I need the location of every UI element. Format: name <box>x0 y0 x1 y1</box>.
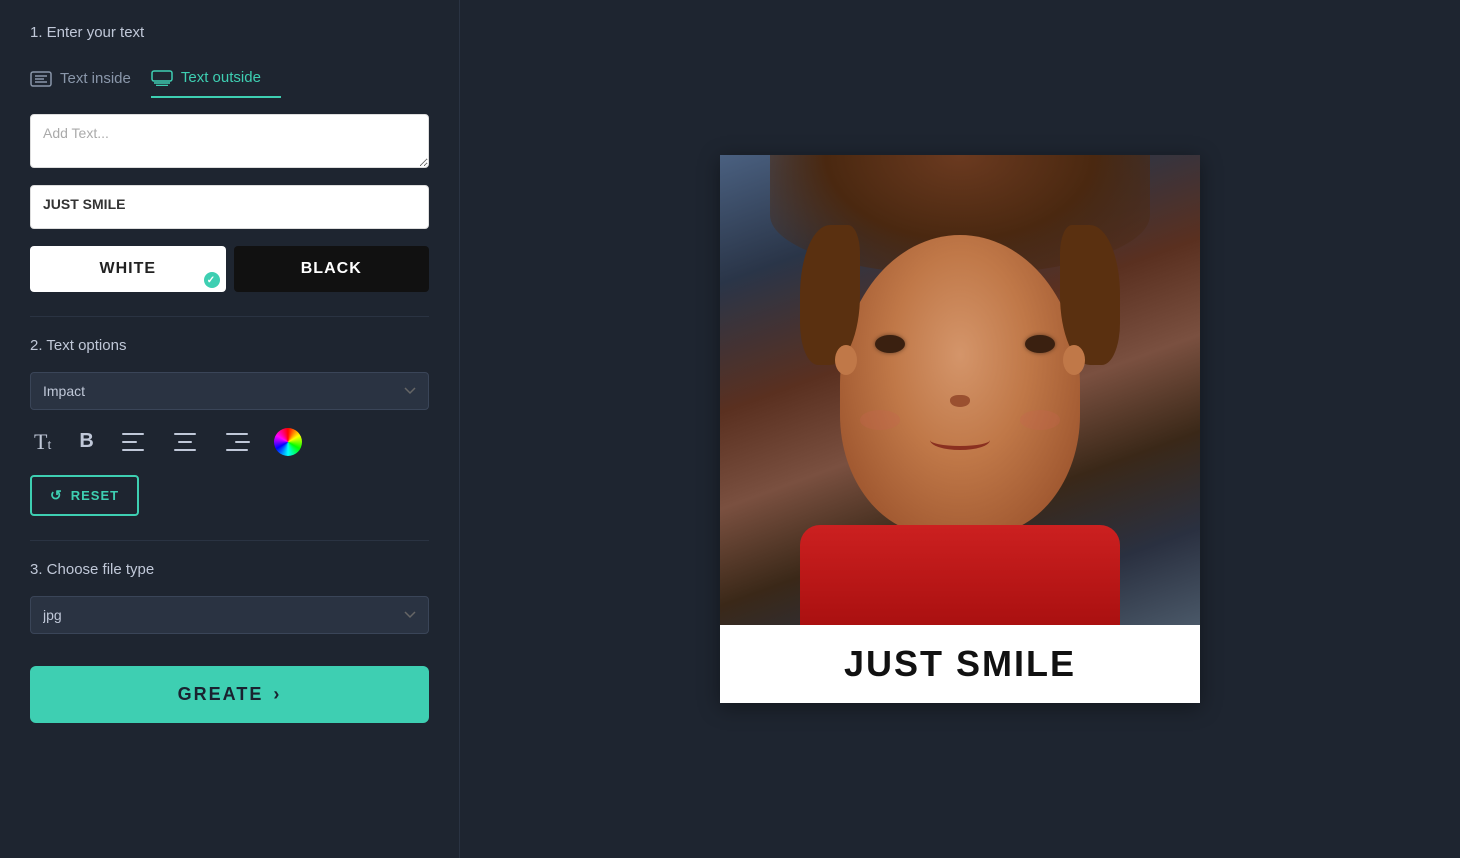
font-select[interactable]: Impact Arial Comic Sans MS Times New Rom… <box>30 372 429 410</box>
align-center-icon <box>174 433 198 451</box>
align-center-button[interactable] <box>170 429 202 455</box>
create-label: GREATE <box>178 684 264 705</box>
create-chevron-icon: › <box>273 684 281 705</box>
tab-text-outside[interactable]: Text outside <box>151 59 281 98</box>
section-2-title: 2. Text options <box>30 337 429 354</box>
text-size-icon: Tt <box>34 431 51 453</box>
section-2: 2. Text options Impact Arial Comic Sans … <box>30 337 429 516</box>
section-3: 3. Choose file type jpg png gif webp <box>30 561 429 634</box>
text-size-button[interactable]: Tt <box>30 427 55 457</box>
white-selected-checkmark: ✓ <box>204 272 220 288</box>
white-label: WHITE <box>99 260 156 277</box>
text-tools-row: Tt B <box>30 426 429 457</box>
meme-image <box>720 155 1200 625</box>
black-color-button[interactable]: BLACK <box>234 246 430 292</box>
text-outside-icon <box>151 70 173 86</box>
bold-button[interactable]: B <box>75 426 97 457</box>
reset-label: RESET <box>71 488 119 503</box>
text-inside-icon <box>30 71 52 87</box>
section-1-title: 1. Enter your text <box>30 24 429 41</box>
section-1: 1. Enter your text Text inside Text out <box>30 24 429 292</box>
meme-preview: JUST SMILE <box>720 155 1200 703</box>
reset-button[interactable]: ↺ RESET <box>30 475 139 516</box>
bold-icon: B <box>79 430 93 453</box>
left-panel: 1. Enter your text Text inside Text out <box>0 0 460 858</box>
align-right-icon <box>226 433 250 451</box>
color-wheel-button[interactable] <box>274 428 302 456</box>
create-button[interactable]: GREATE › <box>30 666 429 723</box>
tab-text-inside[interactable]: Text inside <box>30 59 151 98</box>
tab-text-inside-label: Text inside <box>60 70 131 87</box>
white-color-button[interactable]: WHITE ✓ <box>30 246 226 292</box>
align-left-button[interactable] <box>118 429 150 455</box>
bottom-text-input[interactable]: JUST SMILE <box>30 185 429 229</box>
file-type-select[interactable]: jpg png gif webp <box>30 596 429 634</box>
black-label: BLACK <box>301 260 362 277</box>
top-text-input[interactable] <box>30 114 429 168</box>
align-left-icon <box>122 433 146 451</box>
right-panel: JUST SMILE <box>460 0 1460 858</box>
section-3-title: 3. Choose file type <box>30 561 429 578</box>
reset-icon: ↺ <box>50 487 63 504</box>
meme-bottom-text: JUST SMILE <box>720 625 1200 703</box>
tab-group: Text inside Text outside <box>30 59 429 98</box>
tab-text-outside-label: Text outside <box>181 69 261 86</box>
align-right-button[interactable] <box>222 429 254 455</box>
divider-2 <box>30 540 429 541</box>
color-button-group: WHITE ✓ BLACK <box>30 246 429 292</box>
divider-1 <box>30 316 429 317</box>
